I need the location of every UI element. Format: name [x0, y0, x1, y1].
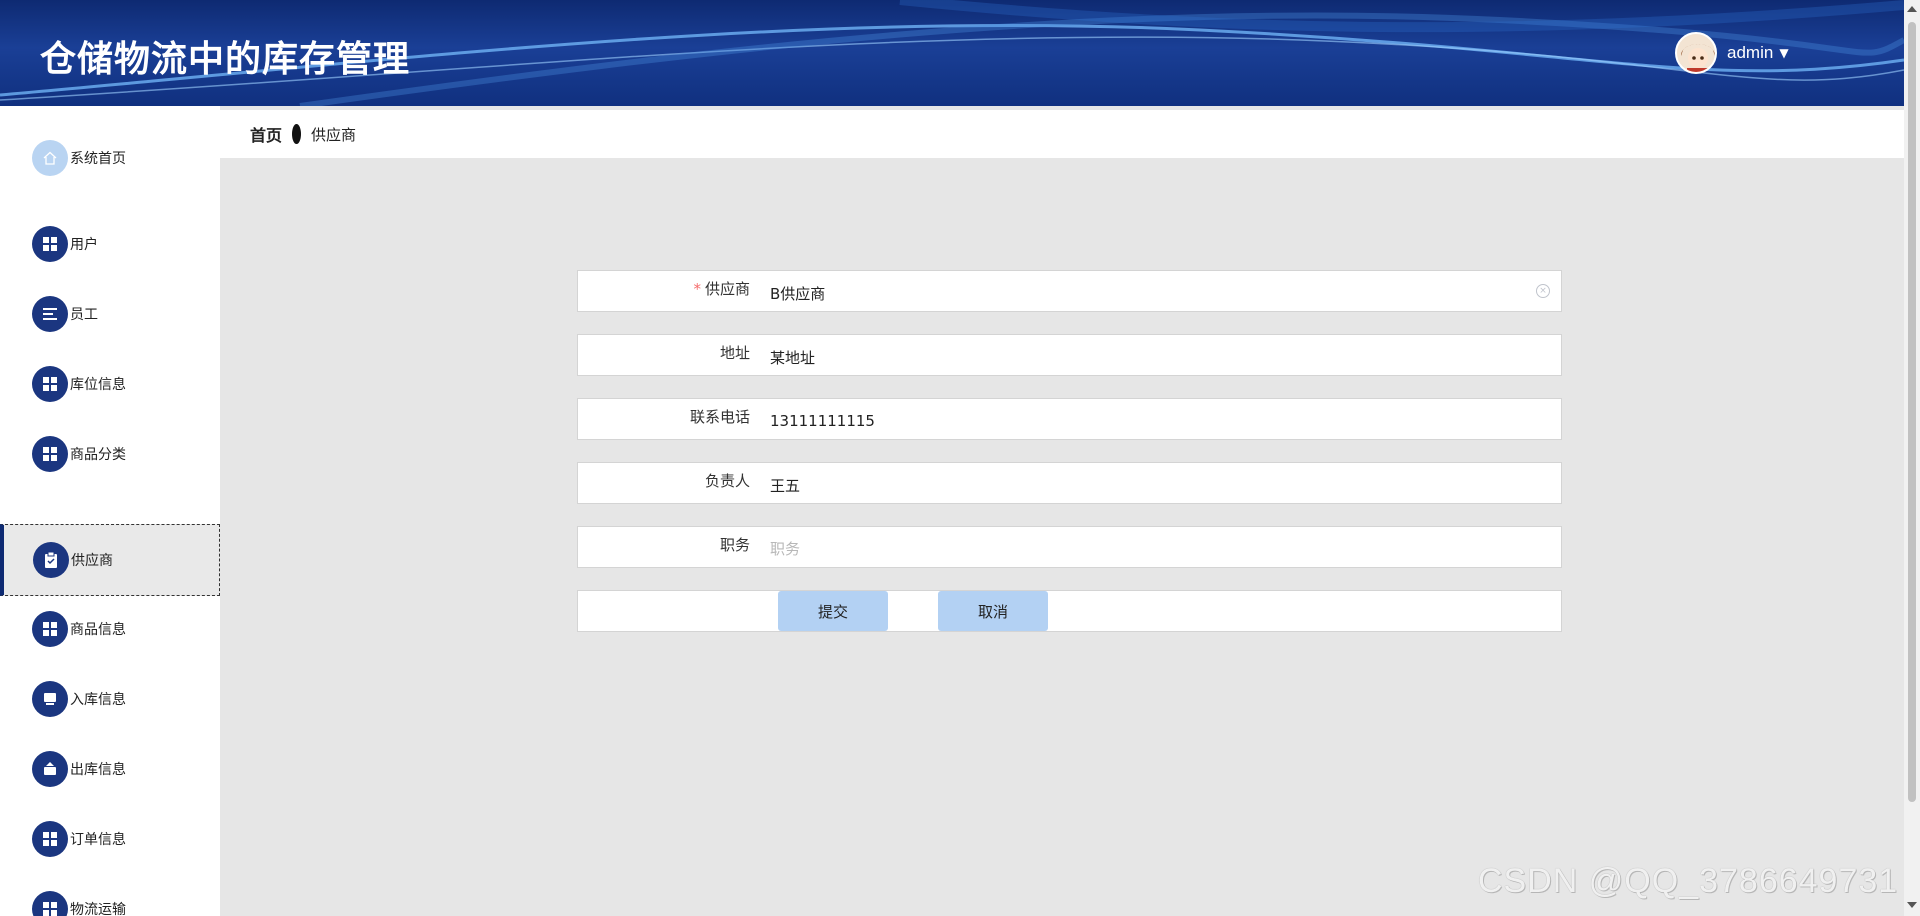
position-label: 职务 — [719, 535, 750, 554]
breadcrumb-current: 供应商 — [311, 125, 357, 144]
sidebar-item-locations[interactable]: 库位信息 — [0, 349, 220, 419]
sidebar-item-orders[interactable]: 订单信息 — [0, 804, 220, 874]
page-scrollbar[interactable] — [1904, 0, 1920, 916]
scroll-up-arrow-icon[interactable] — [1907, 6, 1917, 12]
grid-icon — [32, 821, 68, 857]
form-row-actions: 提交 取消 — [577, 590, 1562, 632]
grid-icon — [32, 226, 68, 262]
clipboard-icon — [33, 542, 69, 578]
grid-icon — [32, 436, 68, 472]
supplier-label: * 供应商 — [693, 279, 750, 298]
outbox-icon — [32, 751, 68, 787]
sidebar-item-label: 库位信息 — [70, 377, 126, 393]
sidebar-item-logistics[interactable]: 物流运输 — [0, 874, 220, 916]
form-row-manager: 负责人 — [577, 462, 1562, 504]
breadcrumb: 首页 供应商 — [220, 110, 1904, 158]
sidebar-item-label: 员工 — [70, 307, 98, 323]
phone-label: 联系电话 — [689, 407, 750, 426]
grid-icon — [32, 366, 68, 402]
grid-icon — [32, 611, 68, 647]
sidebar-item-label: 入库信息 — [70, 692, 126, 708]
sidebar-item-users[interactable]: 用户 — [0, 209, 220, 279]
form-row-supplier: *供应商 × — [577, 270, 1562, 312]
sidebar-item-label: 系统首页 — [70, 151, 126, 167]
sidebar-item-outbound[interactable]: 出库信息 — [0, 734, 220, 804]
manager-input[interactable] — [770, 463, 1550, 503]
sidebar-item-label: 订单信息 — [70, 832, 126, 848]
app-title: 仓储物流中的库存管理 — [40, 39, 411, 80]
sidebar-item-label: 商品信息 — [70, 622, 126, 638]
form-row-position: 职务 — [577, 526, 1562, 568]
cancel-button[interactable]: 取消 — [938, 591, 1048, 631]
submit-button[interactable]: 提交 — [778, 591, 888, 631]
avatar-image — [1677, 34, 1715, 72]
sidebar-item-label: 出库信息 — [70, 762, 126, 778]
sidebar-item-supplier[interactable]: 供应商 — [0, 524, 220, 596]
inbox-icon — [32, 681, 68, 717]
sidebar: 系统首页 用户 员工 库位信息 商品分类 供应商 商品信息 入库信息 出库信息 … — [0, 106, 220, 916]
scroll-thumb[interactable] — [1908, 22, 1916, 802]
sidebar-item-inbound[interactable]: 入库信息 — [0, 664, 220, 734]
address-label: 地址 — [719, 343, 750, 362]
phone-input[interactable] — [770, 399, 1550, 439]
sidebar-item-home[interactable]: 系统首页 — [0, 123, 220, 193]
form-row-address: 地址 — [577, 334, 1562, 376]
sidebar-item-label: 用户 — [70, 237, 98, 253]
sidebar-item-products[interactable]: 商品信息 — [0, 594, 220, 664]
list-icon — [32, 296, 68, 332]
required-mark: * — [693, 279, 701, 298]
caret-down-icon[interactable]: ▼ — [1779, 46, 1788, 60]
sidebar-item-categories[interactable]: 商品分类 — [0, 419, 220, 489]
sidebar-item-staff[interactable]: 员工 — [0, 279, 220, 349]
username[interactable]: admin — [1727, 43, 1773, 63]
home-icon — [32, 140, 68, 176]
user-avatar[interactable] — [1675, 32, 1717, 74]
sidebar-item-label: 商品分类 — [70, 447, 126, 463]
clear-icon[interactable]: × — [1536, 284, 1550, 298]
breadcrumb-home[interactable]: 首页 — [250, 122, 282, 146]
top-header: 仓储物流中的库存管理 admin ▼ — [0, 0, 1904, 106]
supplier-input[interactable] — [770, 271, 1550, 311]
user-menu[interactable]: admin ▼ — [1675, 32, 1789, 74]
sidebar-item-label: 供应商 — [71, 553, 113, 569]
position-input[interactable] — [770, 527, 1550, 567]
breadcrumb-separator-icon — [292, 124, 302, 144]
grid-icon — [32, 891, 68, 916]
scroll-down-arrow-icon[interactable] — [1907, 902, 1917, 908]
address-input[interactable] — [770, 335, 1550, 375]
watermark: CSDN @QQ_3786649731 — [1478, 862, 1899, 900]
sidebar-item-label: 物流运输 — [70, 902, 126, 916]
form-row-phone: 联系电话 — [577, 398, 1562, 440]
manager-label: 负责人 — [704, 471, 750, 490]
